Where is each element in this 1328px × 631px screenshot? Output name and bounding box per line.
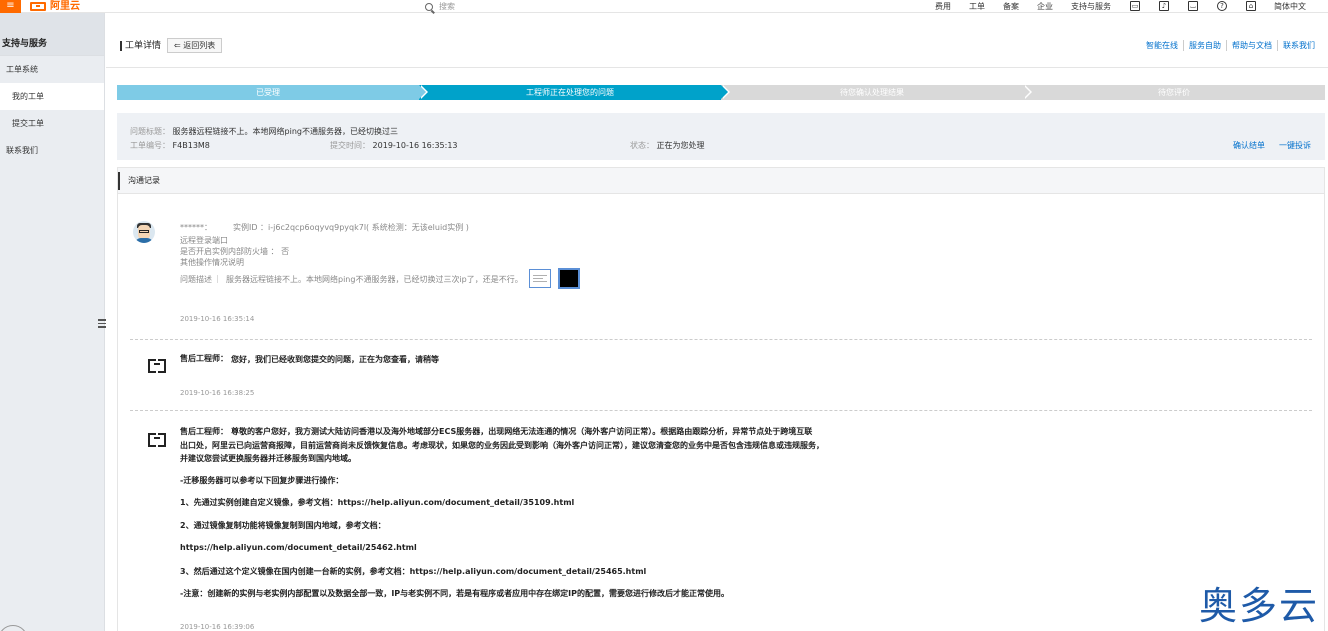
ticket-status-row: 状态： 正在为您处理 (630, 140, 705, 151)
step-evaluate: 待您评价 (1023, 85, 1325, 100)
reply-line: 并建议您尝试更换服务器并迁移服务到国内地域。 (180, 454, 356, 463)
bell-icon[interactable]: ♪ (1159, 1, 1169, 11)
ticket-status: 正在为您处理 (656, 141, 705, 150)
nav-support[interactable]: 支持与服务 (1071, 1, 1111, 12)
reply-line: 出口处，阿里云已向运营商报障，目前运营商尚未反馈恢复信息。考虑现状，如果您的业务… (180, 441, 824, 450)
link-contact-us[interactable]: 联系我们 (1277, 40, 1320, 51)
attachment-thumbnail[interactable] (558, 268, 580, 289)
migration-step-2-url[interactable]: https://help.aliyun.com/document_detail/… (180, 543, 417, 552)
ticket-title-label: 问题标题： (130, 127, 170, 136)
ticket-time: 2019-10-16 16:35:13 (372, 141, 458, 150)
breadcrumb: 工单详情 ⇐ 返回列表 (120, 38, 223, 53)
ticket-time-row: 提交时间： 2019-10-16 16:35:13 (330, 140, 458, 151)
link-smart-online[interactable]: 智能在线 (1141, 40, 1183, 51)
link-self-service[interactable]: 服务自助 (1183, 40, 1226, 51)
field-firewall: 是否开启实例内部防火墙 ： 否 (180, 247, 290, 256)
attachment-thumbnail[interactable] (529, 269, 551, 288)
watermark-text: 奥多云 (1199, 584, 1320, 628)
migration-step-3: 3、然后通过这个定义镜像在国内创建一台新的实例，参考文档：https://hel… (180, 567, 647, 576)
migration-steps-title: -迁移服务器可以参考以下回复步骤进行操作： (180, 476, 344, 485)
engineer-label: 售后工程师： (180, 427, 228, 436)
nav-enterprise[interactable]: 企业 (1037, 1, 1053, 12)
step-accepted: 已受理 (117, 85, 428, 100)
page-header: 工单详情 ⇐ 返回列表 智能在线 服务自助 帮助与文档 联系我们 (106, 13, 1328, 68)
message-divider (130, 339, 1312, 340)
migration-step-1: 1、先通过实例创建自定义镜像，参考文档：https://help.aliyun.… (180, 498, 575, 507)
top-bar: ≡ 阿里云 搜索 费用 工单 备案 企业 支持与服务 ▭ ♪ ⌴ ? ⌂ 简体中… (0, 0, 1328, 13)
message-user: ******： (180, 223, 212, 232)
terminal-icon[interactable]: ▭ (1130, 1, 1140, 11)
aliyun-logo-icon (30, 2, 46, 11)
nav-filing[interactable]: 备案 (1003, 1, 1019, 12)
message-time: 2019-10-16 16:39:06 (180, 623, 255, 631)
ticket-time-label: 提交时间： (330, 141, 370, 150)
complain-button[interactable]: 一键投诉 (1279, 140, 1311, 151)
sidebar-item-ticket-system[interactable]: 工单系统 (0, 56, 104, 83)
problem-desc: 服务器远程链接不上。本地网络ping不通服务器，已经切换过三次ip了，还是不行。 (226, 275, 523, 284)
cart-icon[interactable]: ⌴ (1188, 1, 1198, 11)
ticket-status-label: 状态： (630, 141, 654, 150)
search-input[interactable]: 搜索 (439, 1, 455, 12)
back-to-list-button[interactable]: ⇐ 返回列表 (167, 38, 223, 53)
ticket-title-row: 问题标题： 服务器远程链接不上。本地网络ping不通服务器，已经切换过三 (130, 126, 398, 137)
hamburger-menu-icon[interactable]: ≡ (0, 0, 21, 13)
problem-desc-label: 问题描述 (180, 275, 212, 284)
sidebar-item-submit-ticket[interactable]: 提交工单 (0, 110, 104, 137)
migration-note: -注意：创建新的实例与老实例内部配置以及数据全部一致，IP与老实例不同，若是有程… (180, 589, 729, 598)
sidebar-item-contact-us[interactable]: 联系我们 (0, 137, 104, 164)
logo-text: 阿里云 (50, 0, 80, 12)
language-switch[interactable]: 简体中文 (1274, 0, 1306, 13)
engineer-reply: 您好，我们已经收到您提交的问题，正在为您查看，请稍等 (231, 355, 439, 364)
step-label: 已受理 (256, 88, 280, 97)
engineer-label: 售后工程师： (180, 354, 228, 363)
sidebar-item-my-tickets[interactable]: 我的工单 (0, 83, 104, 110)
ticket-info: 问题标题： 服务器远程链接不上。本地网络ping不通服务器，已经切换过三 工单编… (117, 113, 1325, 160)
top-icons: ▭ ♪ ⌴ ? ⌂ (1130, 1, 1256, 11)
link-help-docs[interactable]: 帮助与文档 (1226, 40, 1277, 51)
nav-tickets[interactable]: 工单 (969, 1, 985, 12)
step-label: 待您确认处理结果 (840, 88, 904, 97)
top-search[interactable]: 搜索 (425, 0, 455, 13)
top-nav: 费用 工单 备案 企业 支持与服务 (935, 0, 1129, 13)
step-label: 工程师正在处理您的问题 (526, 88, 614, 97)
engineer-logo-icon (148, 433, 166, 447)
sidebar-circle-icon (0, 625, 28, 631)
engineer-logo-icon (148, 359, 166, 373)
communication-title: 沟通记录 (118, 168, 1324, 194)
desc-divider: | (216, 274, 219, 283)
instance-id: 实例ID ：i-j6c2qcp6oqyvq9pyqk7l( 系统检测：无该elu… (233, 223, 469, 232)
home-icon[interactable]: ⌂ (1246, 1, 1256, 11)
migration-step-2: 2、通过镜像复制功能将镜像复制到国内地域，参考文档： (180, 521, 386, 530)
user-avatar (133, 221, 155, 243)
ticket-id-label: 工单编号： (130, 141, 170, 150)
page-title: 工单详情 (120, 40, 161, 51)
logo[interactable]: 阿里云 (30, 0, 80, 13)
ticket-id: F4B13M8 (172, 141, 210, 150)
field-other-notes: 其他操作情况说明 (180, 258, 244, 267)
ticket-actions: 确认结单 一键投诉 (1233, 140, 1311, 151)
step-label: 待您评价 (1158, 88, 1190, 97)
confirm-close-button[interactable]: 确认结单 (1233, 140, 1265, 151)
sidebar-title: 支持与服务 (0, 13, 104, 56)
message-time: 2019-10-16 16:35:14 (180, 315, 255, 323)
ticket-progress-steps: 已受理 工程师正在处理您的问题 待您确认处理结果 待您评价 (117, 85, 1325, 100)
communication-record: 沟通记录 ******： 实例ID ：i-j6c2qcp6oqyvq9pyqk7… (117, 167, 1325, 631)
nav-fees[interactable]: 费用 (935, 1, 951, 12)
search-icon (425, 2, 433, 11)
sidebar: 支持与服务 工单系统 我的工单 提交工单 联系我们 (0, 13, 106, 631)
field-remote-port: 远程登录端口 (180, 236, 228, 245)
step-processing: 工程师正在处理您的问题 (419, 85, 730, 100)
message-time: 2019-10-16 16:38:25 (180, 389, 255, 397)
step-confirm-result: 待您确认处理结果 (721, 85, 1032, 100)
help-icon[interactable]: ? (1217, 1, 1227, 11)
sidebar-collapse-icon[interactable] (98, 319, 106, 329)
ticket-id-row: 工单编号： F4B13M8 (130, 140, 210, 151)
back-button-label: 返回列表 (183, 41, 216, 50)
reply-line: 尊敬的客户您好，我方测试大陆访问香港以及海外地域部分ECS服务器，出现网络无法连… (231, 427, 813, 436)
message-divider (130, 410, 1312, 411)
ticket-title: 服务器远程链接不上。本地网络ping不通服务器，已经切换过三 (172, 127, 398, 136)
header-links: 智能在线 服务自助 帮助与文档 联系我们 (1141, 40, 1320, 51)
